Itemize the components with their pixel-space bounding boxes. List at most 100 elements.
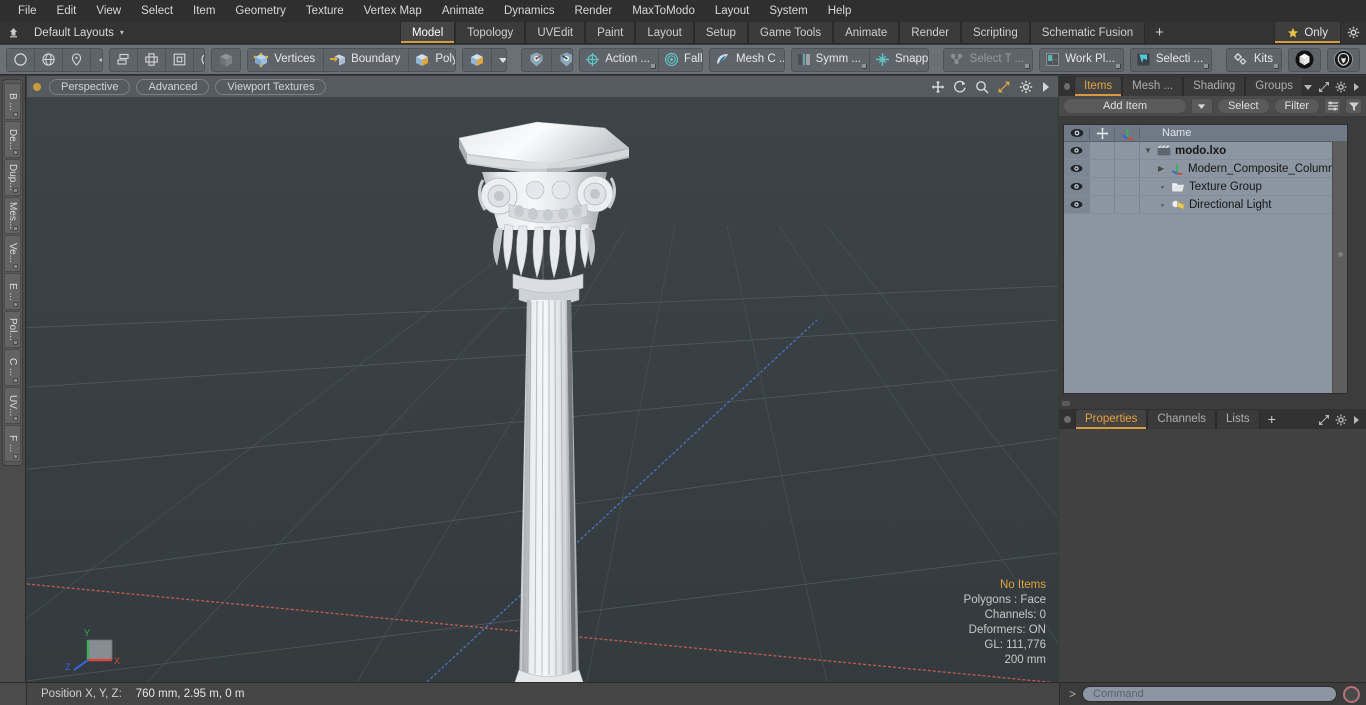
tree-item-directional-light[interactable]: ▪ Directional Light [1139, 196, 1347, 213]
viewport-projection-selector[interactable]: Perspective [49, 78, 131, 95]
cube-orange-icon[interactable] [463, 48, 492, 71]
left-tab-vertex[interactable]: Ve... [4, 235, 21, 272]
tab-mesh-ops[interactable]: Mesh ... [1122, 77, 1184, 96]
left-tab-duplicate[interactable]: Dup... [4, 159, 21, 196]
action-center-button[interactable]: Action ... [580, 48, 659, 71]
chevron-right-icon[interactable] [1352, 415, 1360, 425]
gear-icon[interactable] [1335, 414, 1347, 426]
table-row[interactable]: ▪ Directional Light [1064, 196, 1347, 214]
polygons-mode-button[interactable]: Polygons [409, 49, 455, 71]
row-axis-cell[interactable] [1114, 178, 1139, 195]
row-visibility-toggle[interactable] [1064, 196, 1089, 213]
tree-item-scene[interactable]: ▼ modo.lxo [1139, 142, 1347, 159]
home-icon[interactable] [0, 22, 26, 43]
selection-set-button[interactable]: Selecti ... [1129, 47, 1213, 72]
row-visibility-toggle[interactable] [1064, 160, 1089, 177]
viewport-canvas[interactable]: Y X Z [27, 98, 1058, 682]
tab-groups[interactable]: Groups [1245, 77, 1303, 96]
tab-paint[interactable]: Paint [585, 22, 636, 43]
panel-menu-dot[interactable] [1064, 416, 1071, 423]
left-tab-polygon[interactable]: Pol... [4, 311, 21, 348]
panel-splitter[interactable] [1059, 397, 1366, 409]
menu-item-select[interactable]: Select [131, 0, 183, 22]
tab-game-tools[interactable]: Game Tools [747, 22, 834, 43]
viewport-textures-selector[interactable]: Viewport Textures [215, 78, 327, 95]
viewport-menu-dot[interactable] [33, 82, 41, 91]
tab-model[interactable]: Model [399, 22, 456, 43]
element-dropdown-button[interactable] [492, 49, 507, 71]
tab-setup[interactable]: Setup [693, 22, 748, 43]
tab-properties[interactable]: Properties [1075, 410, 1148, 429]
menu-item-edit[interactable]: Edit [47, 0, 87, 22]
menu-item-animate[interactable]: Animate [432, 0, 494, 22]
menu-item-render[interactable]: Render [564, 0, 622, 22]
chevron-right-icon[interactable] [1352, 82, 1360, 92]
bevel-icon[interactable] [166, 48, 194, 71]
kits-button[interactable]: Kits [1225, 47, 1282, 72]
pan-icon[interactable] [931, 80, 945, 94]
globe-icon[interactable] [35, 48, 63, 71]
row-lock-cell[interactable] [1089, 160, 1114, 177]
chevron-down-icon[interactable] [1303, 83, 1313, 91]
shade-left-icon[interactable] [522, 48, 552, 71]
tab-lists[interactable]: Lists [1216, 410, 1260, 429]
viewport-style-selector[interactable]: Advanced [136, 78, 210, 95]
tab-topology[interactable]: Topology [455, 22, 526, 43]
left-tab-uv[interactable]: UV... [4, 387, 21, 424]
table-row[interactable]: ▼ modo.lxo [1064, 142, 1347, 160]
tab-animate[interactable]: Animate [833, 22, 900, 43]
menu-item-geometry[interactable]: Geometry [225, 0, 296, 22]
unreal-icon[interactable] [1327, 47, 1360, 72]
menu-item-maxtomodo[interactable]: MaxToModo [622, 0, 705, 22]
fit-icon[interactable] [997, 80, 1011, 94]
tab-scripting[interactable]: Scripting [960, 22, 1030, 43]
menu-item-vertex-map[interactable]: Vertex Map [354, 0, 432, 22]
add-properties-tab-button[interactable]: + [1260, 410, 1284, 429]
tab-render[interactable]: Render [899, 22, 961, 43]
mirror-icon[interactable] [138, 48, 166, 71]
tree-item-mesh[interactable]: ▶ Modern_Composite_Column [1139, 160, 1347, 177]
table-row[interactable]: ▪ Texture Group [1064, 178, 1347, 196]
expand-icon[interactable] [1318, 81, 1330, 93]
panel-menu-dot[interactable] [1064, 83, 1071, 90]
row-axis-cell[interactable] [1114, 142, 1139, 159]
item-tree-scrollbar[interactable] [1332, 142, 1347, 393]
expander-icon[interactable]: ▼ [1144, 146, 1153, 155]
tab-schematic-fusion[interactable]: Schematic Fusion [1029, 22, 1146, 43]
gear-icon[interactable] [1019, 80, 1033, 94]
left-tab-curve[interactable]: C ... [4, 349, 21, 386]
row-lock-cell[interactable] [1089, 178, 1114, 195]
add-item-dropdown-button[interactable] [1190, 98, 1213, 114]
menu-item-texture[interactable]: Texture [296, 0, 354, 22]
row-visibility-toggle[interactable] [1064, 142, 1089, 159]
rotate-icon[interactable] [953, 80, 967, 94]
add-tab-button[interactable]: + [1145, 22, 1174, 43]
work-plane-button[interactable]: Work Pl... [1039, 47, 1124, 72]
scrollbar-knob[interactable] [1338, 252, 1343, 257]
row-axis-cell[interactable] [1114, 196, 1139, 213]
left-tab-mesh-edit[interactable]: Mes... [4, 197, 21, 234]
command-input[interactable] [1082, 686, 1337, 702]
pen-icon[interactable] [63, 48, 91, 71]
chevron-right-icon[interactable] [1041, 81, 1050, 93]
menu-item-file[interactable]: File [8, 0, 47, 22]
menu-item-view[interactable]: View [86, 0, 131, 22]
circle-icon[interactable] [7, 48, 35, 71]
only-toggle-button[interactable]: Only [1274, 22, 1340, 43]
layout-selector[interactable]: Default Layouts ▾ [26, 22, 132, 43]
array-icon[interactable] [110, 48, 138, 71]
tree-item-texture-group[interactable]: ▪ Texture Group [1139, 178, 1347, 195]
boundary-mode-button[interactable]: Boundary [324, 48, 410, 71]
menu-item-help[interactable]: Help [818, 0, 862, 22]
list-options-icon[interactable] [1324, 98, 1341, 114]
expander-icon[interactable]: ▶ [1158, 164, 1167, 173]
mesh-constraint-button[interactable]: Mesh C ... [710, 49, 784, 71]
filter-button[interactable]: Filter [1273, 98, 1320, 114]
left-tab-deform[interactable]: De... [4, 121, 21, 158]
gear-icon[interactable] [1335, 81, 1347, 93]
splitter-handle[interactable] [1062, 400, 1070, 406]
item-mode-button[interactable] [211, 47, 242, 72]
curve-icon[interactable] [91, 49, 102, 71]
record-icon[interactable] [1343, 685, 1360, 703]
left-tab-fusion[interactable]: F ... [4, 425, 21, 462]
